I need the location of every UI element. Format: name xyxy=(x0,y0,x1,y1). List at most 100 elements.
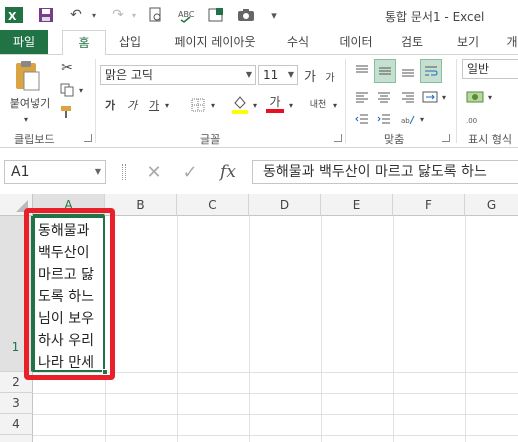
merge-center-icon[interactable] xyxy=(420,87,440,107)
clipboard-launcher-icon[interactable] xyxy=(84,134,92,142)
row-header-3[interactable]: 3 xyxy=(0,393,33,414)
orientation-icon[interactable]: ab xyxy=(398,111,418,127)
cancel-icon[interactable]: ✕ xyxy=(142,160,166,184)
paste-dropdown-icon[interactable]: ▾ xyxy=(18,113,34,125)
column-header-g[interactable]: G xyxy=(465,194,518,216)
tab-insert[interactable]: 삽입 xyxy=(108,30,152,54)
align-left-icon[interactable] xyxy=(352,87,372,107)
row-header-partial xyxy=(0,435,33,442)
format-painter-icon[interactable] xyxy=(58,103,76,121)
increase-decimal-icon[interactable]: .00 xyxy=(464,111,486,127)
camera-icon[interactable] xyxy=(236,5,256,25)
formula-bar: A1 ▼ ✕ ✓ fx 동해물과 백두산이 마르고 닳도록 하느 xyxy=(0,148,518,194)
svg-text:X: X xyxy=(8,10,17,23)
tab-page-layout[interactable]: 페이지 레이아웃 xyxy=(160,30,270,54)
tab-review[interactable]: 검토 xyxy=(392,30,432,54)
tab-formulas[interactable]: 수식 xyxy=(278,30,318,54)
bold-button[interactable]: 가 xyxy=(102,95,118,115)
redo-dropdown-icon[interactable]: ▾ xyxy=(124,5,144,25)
column-header-c[interactable]: C xyxy=(177,194,249,216)
svg-text:.00: .00 xyxy=(466,117,477,125)
spelling-icon[interactable]: ABC xyxy=(176,5,196,25)
tab-home[interactable]: 홈 xyxy=(62,30,106,55)
font-group-label: 글꼴 xyxy=(200,133,221,146)
chevron-down-icon: ▼ xyxy=(245,70,252,79)
increase-indent-icon[interactable] xyxy=(374,111,394,127)
fill-color-icon[interactable] xyxy=(230,93,250,115)
currency-icon[interactable] xyxy=(464,87,486,107)
tab-developer[interactable]: 개 xyxy=(500,30,518,54)
fill-color-dropdown-icon[interactable]: ▾ xyxy=(250,95,260,115)
font-color-button[interactable]: 가 xyxy=(264,93,286,115)
print-preview-icon[interactable] xyxy=(146,5,166,25)
number-group-label: 표시 형식 xyxy=(468,133,512,146)
borders-dropdown-icon[interactable]: ▾ xyxy=(208,95,218,115)
merge-dropdown-icon[interactable]: ▾ xyxy=(440,87,448,107)
phonetic-dropdown-icon[interactable]: ▾ xyxy=(330,95,340,115)
number-format-combo[interactable]: 일반 xyxy=(462,59,518,79)
font-color-dropdown-icon[interactable]: ▾ xyxy=(286,95,296,115)
shrink-font-button[interactable]: 가 xyxy=(322,67,338,85)
save-icon[interactable] xyxy=(36,5,56,25)
align-top-icon[interactable] xyxy=(352,61,372,81)
align-right-icon[interactable] xyxy=(398,87,418,107)
column-header-b[interactable]: B xyxy=(105,194,177,216)
underline-dropdown-icon[interactable]: ▾ xyxy=(162,95,172,115)
chevron-down-icon: ▼ xyxy=(94,167,101,176)
align-middle-icon[interactable] xyxy=(374,59,396,83)
chevron-down-icon: ▼ xyxy=(287,70,294,79)
font-color-swatch xyxy=(266,109,284,113)
font-launcher-icon[interactable] xyxy=(334,134,342,142)
ribbon: 붙여넣기 ▾ ✂ ▾ 클립보드 맑은 고딕 ▼ 11 ▼ 가 가 가 가 가 ▾… xyxy=(0,54,518,148)
font-color-glyph: 가 xyxy=(269,95,281,109)
undo-icon[interactable]: ↶ xyxy=(66,5,86,25)
underline-button[interactable]: 가 xyxy=(146,95,162,115)
excel-logo-icon: X xyxy=(4,5,24,25)
font-size-combo[interactable]: 11 ▼ xyxy=(258,65,298,85)
font-name-combo[interactable]: 맑은 고딕 ▼ xyxy=(100,65,256,85)
name-box[interactable]: A1 ▼ xyxy=(4,160,106,184)
annotation-highlight-box xyxy=(24,208,115,380)
borders-icon[interactable] xyxy=(188,95,208,115)
insert-function-button[interactable]: fx xyxy=(214,160,242,184)
splitter-handle[interactable] xyxy=(122,164,126,180)
tab-view[interactable]: 보기 xyxy=(448,30,488,54)
clipboard-group-label: 클립보드 xyxy=(14,133,55,146)
wrap-text-icon[interactable] xyxy=(420,59,442,83)
tab-file[interactable]: 파일 xyxy=(0,30,48,54)
phonetic-guide-button[interactable]: 내천 xyxy=(306,93,330,117)
copy-dropdown-icon[interactable]: ▾ xyxy=(76,81,86,99)
column-header-e[interactable]: E xyxy=(321,194,393,216)
window-title: 통합 문서1 - Excel xyxy=(385,10,485,24)
italic-button[interactable]: 가 xyxy=(124,95,140,115)
name-box-value: A1 xyxy=(11,164,30,180)
decrease-indent-icon[interactable] xyxy=(352,111,372,127)
svg-text:ab: ab xyxy=(401,117,410,125)
ribbon-tabs: 파일 홈 삽입 페이지 레이아웃 수식 데이터 검토 보기 개 xyxy=(0,30,518,55)
align-bottom-icon[interactable] xyxy=(398,61,418,81)
formula-input[interactable]: 동해물과 백두산이 마르고 닳도록 하느 xyxy=(252,160,518,184)
orientation-dropdown-icon[interactable]: ▾ xyxy=(418,111,426,127)
alignment-launcher-icon[interactable] xyxy=(442,134,450,142)
undo-dropdown-icon[interactable]: ▾ xyxy=(84,5,104,25)
enter-icon[interactable]: ✓ xyxy=(178,160,202,184)
font-name-value: 맑은 고딕 xyxy=(105,68,153,82)
currency-dropdown-icon[interactable]: ▾ xyxy=(486,87,494,107)
copy-icon[interactable] xyxy=(58,81,76,99)
column-header-d[interactable]: D xyxy=(249,194,321,216)
row-header-4[interactable]: 4 xyxy=(0,414,33,435)
align-center-icon[interactable] xyxy=(374,87,394,107)
alignment-group-label: 맞춤 xyxy=(384,133,405,146)
customize-toolbar-icon[interactable]: ▾ xyxy=(264,5,284,25)
column-header-f[interactable]: F xyxy=(393,194,465,216)
tab-data[interactable]: 데이터 xyxy=(330,30,382,54)
paste-button[interactable]: 붙여넣기 xyxy=(4,95,56,111)
grow-font-button[interactable]: 가 xyxy=(302,65,318,85)
font-size-value: 11 xyxy=(263,68,279,82)
svg-text:ABC: ABC xyxy=(178,10,194,19)
cut-icon[interactable]: ✂ xyxy=(58,59,76,77)
worksheet-grid: A B C D E F G 1 2 3 4 동해물과 백두산이 마르고 닳 도록… xyxy=(0,194,518,442)
sheet-icon[interactable] xyxy=(206,5,226,25)
paste-icon[interactable] xyxy=(12,59,42,93)
number-format-value: 일반 xyxy=(467,62,490,76)
